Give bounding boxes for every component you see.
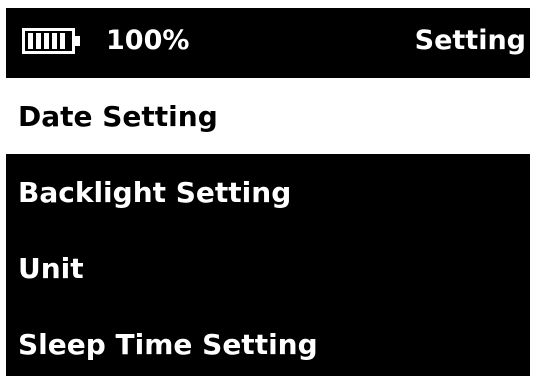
- device-screen: 100% Setting Date Setting Backlight Sett…: [6, 8, 530, 376]
- menu-item-date-setting[interactable]: Date Setting: [6, 78, 530, 154]
- battery-full-icon: [22, 28, 82, 54]
- menu-item-backlight-setting[interactable]: Backlight Setting: [6, 154, 530, 230]
- menu-item-sleep-time-setting[interactable]: Sleep Time Setting: [6, 306, 530, 376]
- screen-title: Setting: [414, 25, 526, 56]
- menu-item-unit[interactable]: Unit: [6, 230, 530, 306]
- settings-menu: Date Setting Backlight Setting Unit Slee…: [6, 78, 530, 376]
- battery-percentage: 100%: [106, 25, 190, 56]
- status-bar: 100% Setting: [6, 8, 530, 72]
